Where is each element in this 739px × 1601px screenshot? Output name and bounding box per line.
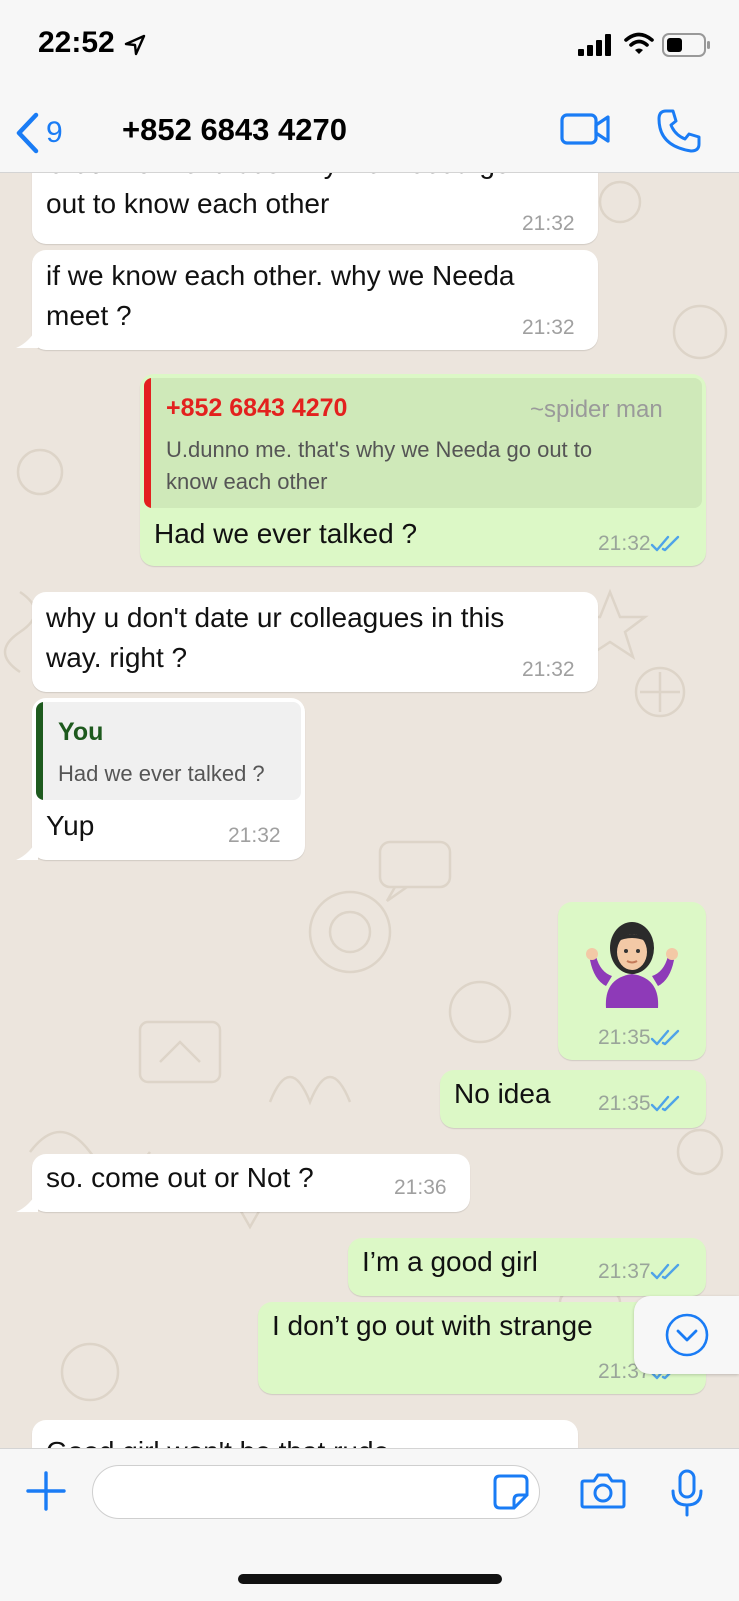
back-button[interactable]: 9 [14, 110, 84, 156]
message-text: out to know each other [46, 188, 330, 219]
quote-sender: +852 6843 4270 [166, 394, 348, 422]
message-bubble-incoming[interactable]: why u don't date ur colleagues in this w… [32, 592, 598, 692]
video-call-icon[interactable] [560, 112, 612, 146]
phone-icon[interactable] [656, 108, 702, 154]
read-receipt-icon [650, 1263, 680, 1280]
message-text: Good girl won't be that rude [46, 1432, 389, 1448]
read-receipt-icon [650, 535, 680, 552]
message-bubble-incoming[interactable]: Good girl won't be that rude [32, 1420, 578, 1448]
chat-messages[interactable]: U.dunno me. that's why we Needa go out t… [0, 172, 739, 1448]
message-text: Yup [46, 810, 95, 841]
message-bubble-outgoing[interactable]: I’m a good girl 21:37 [348, 1238, 706, 1296]
quote-accent-bar [36, 702, 43, 800]
bubble-tail [16, 326, 38, 348]
status-bar: 22:52 [0, 0, 739, 92]
message-bubble-incoming[interactable]: if we know each other. why we Needa meet… [16, 250, 598, 350]
quote-text: know each other [166, 469, 328, 494]
wifi-icon [624, 32, 654, 54]
message-text: Had we ever talked ? [154, 518, 418, 549]
sticker-icon[interactable] [492, 1473, 530, 1511]
message-bubble-incoming[interactable]: U.dunno me. that's why we Needa go out t… [32, 172, 598, 244]
cellular-signal-icon [578, 34, 611, 56]
message-time: 21:36 [394, 1176, 447, 1199]
unread-chats-count: 9 [46, 116, 63, 149]
message-text: meet ? [46, 300, 132, 331]
message-text: U.dunno me. that's why we Needa go [46, 172, 511, 184]
quote-sender-alias: ~spider man [530, 396, 663, 423]
message-text: No idea [454, 1078, 551, 1109]
quote-accent-bar [144, 378, 151, 508]
message-text: why u don't date ur colleagues in this [46, 602, 505, 633]
scroll-to-bottom-button[interactable] [634, 1296, 739, 1374]
message-bubble-outgoing[interactable]: No idea 21:35 [440, 1070, 706, 1128]
message-time: 21:32 [228, 824, 281, 847]
camera-icon[interactable] [580, 1471, 626, 1511]
quote-sender: You [58, 718, 104, 746]
status-time: 22:52 [38, 26, 115, 59]
chevron-down-circle-icon [665, 1313, 709, 1357]
message-text: so. come out or Not ? [46, 1162, 314, 1193]
message-bubble-outgoing[interactable]: +852 6843 4270 ~spider man U.dunno me. t… [140, 374, 706, 566]
quoted-message[interactable]: You Had we ever talked ? [36, 702, 301, 800]
message-text: I’m a good girl [362, 1246, 538, 1277]
plus-icon[interactable] [26, 1471, 66, 1511]
message-time: 21:32 [598, 532, 651, 555]
message-time: 21:32 [522, 212, 575, 235]
message-time: 21:32 [522, 658, 575, 681]
message-time: 21:37 [598, 1260, 651, 1283]
location-arrow-icon [124, 34, 146, 56]
message-time: 21:35 [598, 1092, 651, 1115]
message-bubble-incoming[interactable]: You Had we ever talked ? Yup 21:32 [16, 698, 305, 860]
read-receipt-icon [650, 1095, 680, 1112]
message-text: I don’t go out with strange [272, 1310, 593, 1341]
quote-text: U.dunno me. that's why we Needa go out t… [166, 437, 593, 462]
bubble-tail [16, 838, 38, 860]
quoted-message[interactable]: +852 6843 4270 ~spider man U.dunno me. t… [144, 378, 702, 508]
message-bubble-incoming[interactable]: so. come out or Not ? 21:36 [16, 1154, 470, 1212]
contact-name[interactable]: +852 6843 4270 [122, 112, 347, 148]
message-time: 21:32 [522, 316, 575, 339]
message-input[interactable] [92, 1465, 540, 1519]
message-text: way. right ? [46, 642, 188, 673]
chevron-left-icon [16, 112, 39, 154]
shrug-emoji-icon [586, 922, 678, 1008]
battery-icon [662, 33, 710, 57]
message-compose-bar [0, 1448, 739, 1601]
message-bubble-outgoing[interactable]: 21:35 [558, 902, 706, 1060]
chat-header: 9 +852 6843 4270 [0, 92, 739, 173]
message-text: if we know each other. why we Needa [46, 260, 515, 291]
microphone-icon[interactable] [670, 1469, 704, 1517]
message-time: 21:35 [598, 1026, 651, 1049]
read-receipt-icon [650, 1029, 680, 1046]
home-indicator [238, 1574, 502, 1584]
quote-text: Had we ever talked ? [58, 761, 265, 786]
bubble-tail [16, 1190, 38, 1212]
